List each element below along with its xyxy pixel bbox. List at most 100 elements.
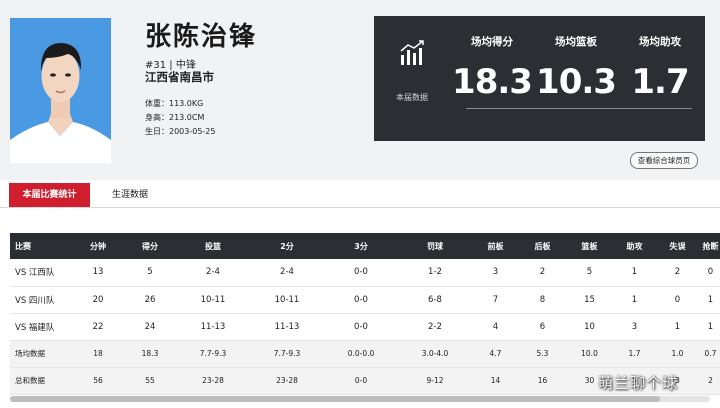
- table-cell: 2: [699, 367, 720, 395]
- stat-rebounds-label: 场均篮板: [555, 36, 597, 48]
- table-row-label: VS 福建队: [10, 313, 72, 341]
- table-cell: 7: [472, 286, 519, 314]
- table-cell: 5: [566, 259, 613, 287]
- player-profile-button[interactable]: 查看综合球员页: [630, 152, 698, 169]
- stat-assists-value: 1.7: [631, 62, 689, 102]
- player-weight: 体重：113.0KG: [145, 99, 204, 108]
- table-row: VS 四川队 20 26 10-11 10-11 0-0 6-8 7 8 15 1 0 1: [10, 286, 720, 314]
- table-row: 场均数据 18 18.3 7.7-9.3 7.7-9.3 0.0-0.0 3.0-4.0 4.…: [10, 340, 720, 368]
- table-row-label: VS 江西队: [10, 259, 72, 287]
- tabs-divider: [0, 207, 720, 208]
- table-header-cell: 得分: [124, 233, 176, 259]
- table-header-cell: 2分: [250, 233, 324, 259]
- table-cell: 1.0: [656, 340, 699, 368]
- table-cell: 6-8: [398, 286, 472, 314]
- tab-career-stats[interactable]: 生涯数据: [92, 183, 168, 207]
- table-cell: 5.3: [519, 340, 566, 368]
- table-cell: 6: [519, 313, 566, 341]
- scrollbar-thumb[interactable]: [10, 396, 660, 402]
- table-header-cell: 分钟: [72, 233, 124, 259]
- chart-icon: [400, 40, 424, 65]
- table-cell: 23-28: [250, 367, 324, 395]
- table-cell: 10.0: [566, 340, 613, 368]
- table-header-cell: 篮板: [566, 233, 613, 259]
- table-header-cell: 助攻: [613, 233, 656, 259]
- table-row-label: 总和数据: [10, 367, 72, 395]
- table-cell: 1: [613, 259, 656, 287]
- table-header-cell: 失误: [656, 233, 699, 259]
- table-cell: 10-11: [176, 286, 250, 314]
- stats-tabs: 本届比赛统计 生涯数据: [0, 183, 720, 207]
- table-cell: 18.3: [124, 340, 176, 368]
- table-cell: 0: [656, 286, 699, 314]
- table-cell: 8: [519, 286, 566, 314]
- table-cell: 10-11: [250, 286, 324, 314]
- table-cell: 23-28: [176, 367, 250, 395]
- table-cell: 1: [613, 286, 656, 314]
- table-cell: 16: [519, 367, 566, 395]
- player-birthday: 生日：2003-05-25: [145, 127, 216, 136]
- table-cell: 7.7-9.3: [176, 340, 250, 368]
- table-header-cell: 前板: [472, 233, 519, 259]
- table-cell: 13: [72, 259, 124, 287]
- table-cell: 0: [699, 259, 720, 287]
- table-cell: 0-0: [324, 259, 398, 287]
- season-stats-panel: 本届数据 场均得分 18.3 场均篮板 10.3 场均助攻 1.7: [374, 16, 705, 141]
- stats-table: 比赛 分钟 得分 投篮 2分 3分 罚球 前板 后板 篮板 助攻 失误 抢断 VS 江西队 13 5 2-4 2…: [10, 233, 720, 395]
- table-row: VS 江西队 13 5 2-4 2-4 0-0 1-2 3 2 5 1 2 0: [10, 259, 720, 287]
- table-cell: 55: [124, 367, 176, 395]
- table-cell: 14: [472, 367, 519, 395]
- horizontal-scrollbar[interactable]: [10, 396, 710, 402]
- table-cell: 15: [566, 286, 613, 314]
- table-cell: 24: [124, 313, 176, 341]
- stats-divider: [466, 108, 692, 109]
- table-cell: 2-4: [250, 259, 324, 287]
- table-cell: 3.0-4.0: [398, 340, 472, 368]
- table-cell: 1: [656, 313, 699, 341]
- table-row-label: VS 四川队: [10, 286, 72, 314]
- table-header-cell: 投篮: [176, 233, 250, 259]
- table-cell: 5: [124, 259, 176, 287]
- tab-season-stats[interactable]: 本届比赛统计: [9, 183, 90, 207]
- table-cell: 1: [699, 313, 720, 341]
- table-cell: 1.7: [613, 340, 656, 368]
- table-cell: 2-2: [398, 313, 472, 341]
- watermark: 萌兰聊个球: [598, 374, 679, 392]
- table-header-cell: 3分: [324, 233, 398, 259]
- table-cell: 0.7: [699, 340, 720, 368]
- table-cell: 22: [72, 313, 124, 341]
- table-cell: 1: [699, 286, 720, 314]
- stat-points-value: 18.3: [452, 62, 533, 102]
- player-hometown: 江西省南昌市: [145, 70, 214, 84]
- stat-assists-label: 场均助攻: [639, 36, 681, 48]
- table-cell: 26: [124, 286, 176, 314]
- table-cell: 2: [656, 259, 699, 287]
- stat-points-label: 场均得分: [471, 36, 513, 48]
- table-row: VS 福建队 22 24 11-13 11-13 0-0 2-2 4 6 10 3 1 1: [10, 313, 720, 341]
- table-cell: 4: [472, 313, 519, 341]
- table-cell: 4.7: [472, 340, 519, 368]
- player-name: 张陈治锋: [145, 22, 258, 52]
- table-header-cell: 后板: [519, 233, 566, 259]
- stat-rebounds-value: 10.3: [536, 62, 617, 102]
- table-header-row: 比赛 分钟 得分 投篮 2分 3分 罚球 前板 后板 篮板 助攻 失误 抢断: [10, 233, 720, 259]
- table-cell: 18: [72, 340, 124, 368]
- table-cell: 0-0: [324, 286, 398, 314]
- table-cell: 3: [613, 313, 656, 341]
- table-cell: 11-13: [250, 313, 324, 341]
- table-cell: 10: [566, 313, 613, 341]
- table-header-cell: 比赛: [10, 233, 72, 259]
- table-cell: 56: [72, 367, 124, 395]
- table-cell: 11-13: [176, 313, 250, 341]
- player-photo: [10, 18, 111, 163]
- table-cell: 2-4: [176, 259, 250, 287]
- table-cell: 2: [519, 259, 566, 287]
- table-cell: 0.0-0.0: [324, 340, 398, 368]
- table-cell: 1-2: [398, 259, 472, 287]
- table-cell: 0-0: [324, 313, 398, 341]
- table-header-cell: 抢断: [699, 233, 720, 259]
- table-cell: 7.7-9.3: [250, 340, 324, 368]
- table-cell: 9-12: [398, 367, 472, 395]
- table-header-cell: 罚球: [398, 233, 472, 259]
- table-cell: 0-0: [324, 367, 398, 395]
